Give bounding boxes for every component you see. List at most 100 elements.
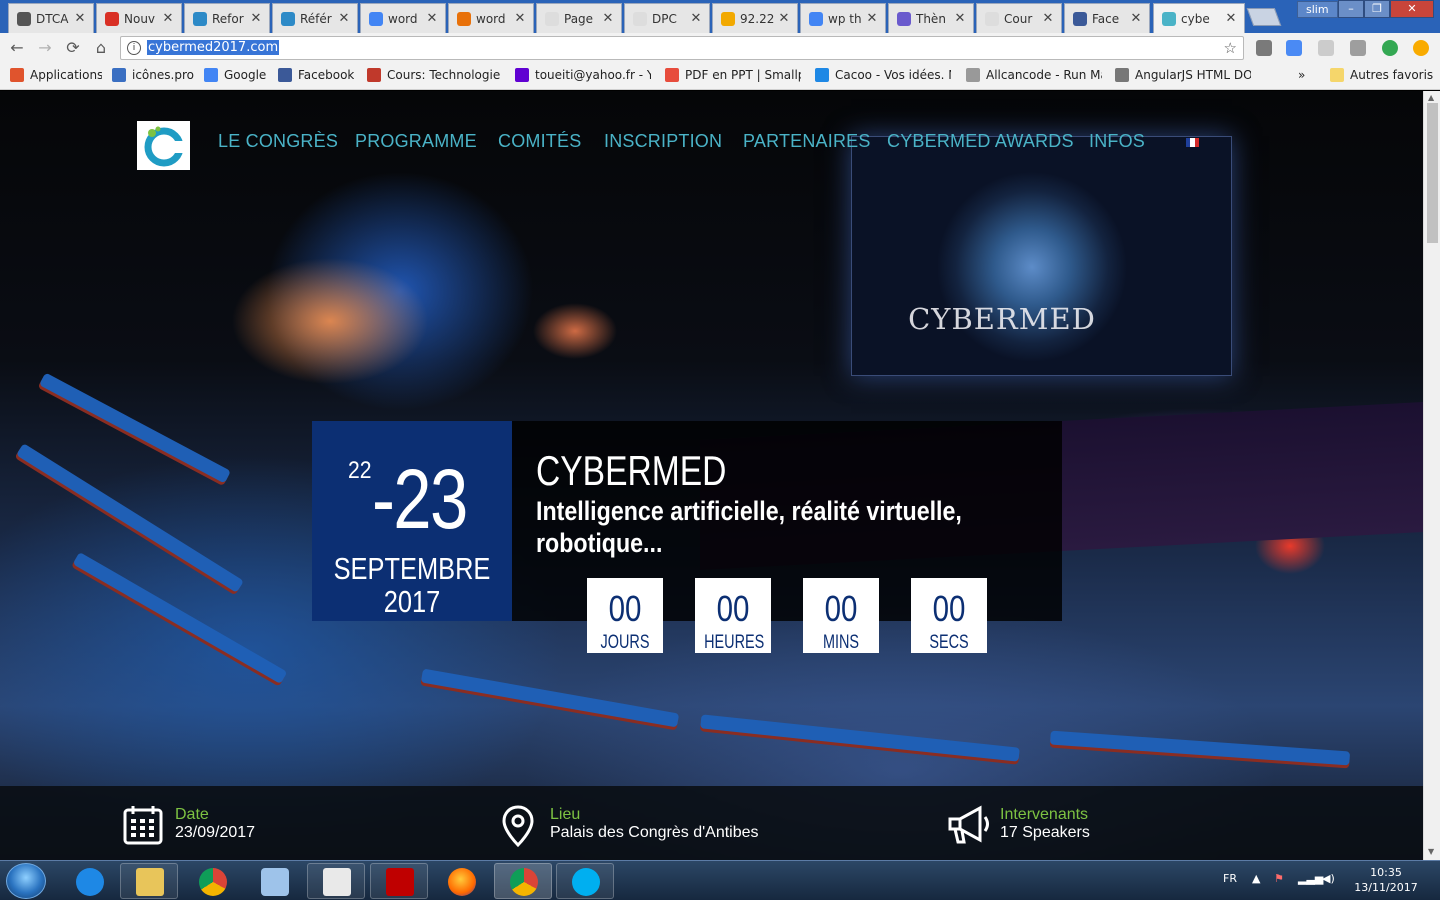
browser-tab[interactable]: wp th ✕ (800, 3, 886, 33)
browser-tab[interactable]: Page ✕ (536, 3, 622, 33)
browser-tab[interactable]: Refor ✕ (184, 3, 270, 33)
taskbar-firefox[interactable] (432, 863, 490, 899)
close-tab-icon[interactable]: ✕ (161, 11, 175, 26)
bookmark-item[interactable]: Google (204, 68, 266, 82)
close-window-button[interactable]: ✕ (1390, 0, 1434, 18)
bookmark-item[interactable]: Facebook (278, 68, 354, 82)
close-tab-icon[interactable]: ✕ (249, 11, 263, 26)
browser-tab[interactable]: Thèn ✕ (888, 3, 974, 33)
show-hidden-icons-icon[interactable]: ▲ (1252, 872, 1260, 885)
back-arrow-icon[interactable]: ← (6, 37, 28, 59)
nav-link[interactable]: CYBERMED AWARDS (887, 131, 1074, 152)
bookmark-item[interactable]: AngularJS HTML DOM (1115, 68, 1251, 82)
browser-tab[interactable]: DPC ✕ (624, 3, 710, 33)
alert-extension-icon[interactable] (1413, 40, 1429, 56)
browser-tab[interactable]: Référ ✕ (272, 3, 358, 33)
taskbar-chrome[interactable] (183, 863, 241, 899)
browser-tab[interactable]: word ✕ (448, 3, 534, 33)
browser-tab[interactable]: Face ✕ (1064, 3, 1150, 33)
profile-button[interactable]: slim (1297, 1, 1338, 18)
minimize-button[interactable]: – (1338, 0, 1364, 18)
french-flag-icon[interactable] (1186, 138, 1199, 147)
nav-link[interactable]: INSCRIPTION (604, 131, 722, 152)
taskbar-ie[interactable] (60, 863, 118, 899)
taskbar-chrome-active[interactable] (494, 863, 552, 899)
close-tab-icon[interactable]: ✕ (425, 11, 439, 26)
signal-icon[interactable]: ▂▃▅ (1298, 872, 1323, 885)
close-tab-icon[interactable]: ✕ (953, 11, 967, 26)
countdown-label: HEURES (704, 632, 765, 653)
reload-icon[interactable]: ⟳ (62, 37, 84, 59)
bookmark-item[interactable]: toueiti@yahoo.fr - Ya (515, 68, 651, 82)
network-alert-icon[interactable]: ⚑ (1274, 872, 1284, 885)
address-bar[interactable]: i cybermed2017.com ☆ (120, 36, 1244, 60)
close-tab-icon[interactable]: ✕ (1224, 11, 1238, 26)
taskbar-skype[interactable] (556, 863, 614, 899)
bookmark-item[interactable]: Cours: Technologie W (367, 68, 503, 82)
close-tab-icon[interactable]: ✕ (1129, 11, 1143, 26)
browser-tab[interactable]: 92.22 ✕ (712, 3, 798, 33)
hero-section: CYBERMED LE CONGRÈS PROGRAMME COMITÉS INSCR… (0, 91, 1423, 860)
other-bookmarks-folder[interactable]: Autres favoris (1330, 68, 1433, 82)
browser-tab[interactable]: Nouv ✕ (96, 3, 182, 33)
restore-button[interactable]: ❐ (1364, 0, 1390, 18)
language-indicator[interactable]: FR (1223, 872, 1237, 885)
site-logo[interactable] (137, 121, 190, 170)
bookmark-item[interactable]: Applications (10, 68, 102, 82)
browser-tab[interactable]: DTCA ✕ (8, 3, 94, 33)
browser-tab[interactable]: cybe ✕ (1153, 3, 1245, 33)
system-clock[interactable]: 10:35 13/11/2017 (1350, 865, 1422, 895)
translate-extension-icon[interactable] (1286, 40, 1302, 56)
browser-tab[interactable]: word ✕ (360, 3, 446, 33)
eyedropper-extension-icon[interactable] (1256, 40, 1272, 56)
taskbar-filezilla[interactable] (370, 863, 428, 899)
bookmark-star-icon[interactable]: ☆ (1224, 39, 1237, 57)
close-tab-icon[interactable]: ✕ (73, 11, 87, 26)
tab-favicon-icon (721, 11, 735, 26)
bookmark-item[interactable]: icônes.pro (112, 68, 194, 82)
bookmark-label: Allcancode - Run Ma (986, 68, 1102, 82)
calendar-icon (123, 806, 163, 845)
close-tab-icon[interactable]: ✕ (865, 11, 879, 26)
shield-extension-icon[interactable] (1350, 40, 1366, 56)
tab-favicon-icon (809, 11, 823, 26)
bookmarks-overflow-icon[interactable]: » (1298, 68, 1305, 82)
start-button[interactable] (6, 863, 46, 899)
scroll-up-arrow-icon[interactable]: ▲ (1428, 93, 1434, 102)
close-tab-icon[interactable]: ✕ (513, 11, 527, 26)
bookmark-item[interactable]: Cacoo - Vos idées. N (815, 68, 951, 82)
clock-time: 10:35 (1370, 866, 1402, 879)
volume-icon[interactable]: ◀) (1322, 872, 1335, 885)
clock-date: 13/11/2017 (1354, 881, 1418, 894)
home-icon[interactable]: ⌂ (90, 37, 112, 59)
scrollbar-thumb[interactable] (1427, 103, 1438, 243)
chrome-extension-icon[interactable] (1382, 40, 1398, 56)
bookmark-item[interactable]: PDF en PPT | Smallpd (665, 68, 801, 82)
tab-favicon-icon (369, 11, 383, 26)
url-text[interactable]: cybermed2017.com (147, 40, 280, 55)
close-tab-icon[interactable]: ✕ (601, 11, 615, 26)
nav-link[interactable]: LE CONGRÈS (218, 131, 338, 152)
close-tab-icon[interactable]: ✕ (337, 11, 351, 26)
info-icon[interactable]: i (127, 41, 141, 55)
bookmark-favicon-icon (966, 68, 980, 82)
bookmark-favicon-icon (278, 68, 292, 82)
extension-icon[interactable] (1318, 40, 1334, 56)
new-tab-button[interactable] (1246, 8, 1282, 26)
taskbar-explorer[interactable] (120, 863, 178, 899)
close-tab-icon[interactable]: ✕ (777, 11, 791, 26)
nav-link[interactable]: PARTENAIRES (743, 131, 871, 152)
speakers-label: Intervenants (1000, 806, 1089, 823)
nav-link[interactable]: COMITÉS (498, 131, 581, 152)
scroll-down-arrow-icon[interactable]: ▼ (1428, 847, 1434, 856)
nav-link[interactable]: INFOS (1089, 131, 1145, 152)
page-scrollbar[interactable]: ▲ ▼ (1423, 91, 1440, 860)
forward-arrow-icon[interactable]: → (34, 37, 56, 59)
nav-link[interactable]: PROGRAMME (355, 131, 477, 152)
taskbar-app-editor[interactable] (307, 863, 365, 899)
close-tab-icon[interactable]: ✕ (1041, 11, 1055, 26)
close-tab-icon[interactable]: ✕ (689, 11, 703, 26)
browser-tab[interactable]: Cour ✕ (976, 3, 1062, 33)
taskbar-app-box[interactable] (245, 863, 303, 899)
bookmark-item[interactable]: Allcancode - Run Ma (966, 68, 1102, 82)
